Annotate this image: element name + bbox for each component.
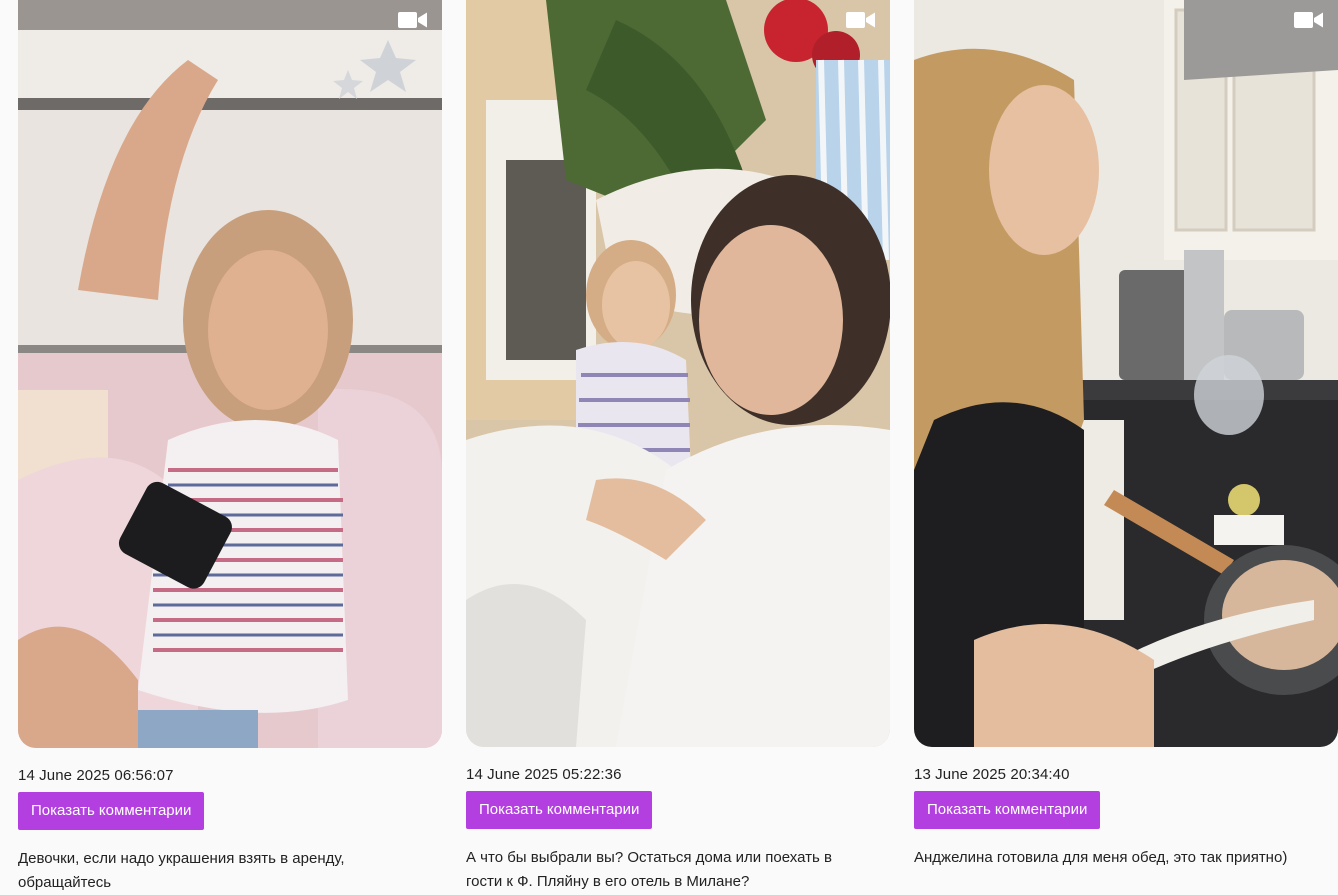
video-frame-image: [18, 0, 442, 748]
post-caption: А что бы выбрали вы? Остаться дома или п…: [466, 849, 832, 890]
show-comments-button[interactable]: Показать комментарии: [914, 791, 1101, 829]
post-caption: Анджелина готовила для меня обед, это та…: [914, 849, 1288, 866]
video-camera-icon: [1294, 12, 1323, 28]
post-date: 14 June 2025 05:22:36: [466, 766, 622, 783]
post-caption: Девочки, если надо украшения взять в аре…: [18, 850, 345, 891]
post-video-thumbnail[interactable]: [914, 0, 1338, 747]
post-video-thumbnail[interactable]: [18, 0, 442, 748]
show-comments-button[interactable]: Показать комментарии: [18, 792, 205, 830]
video-camera-icon: [846, 12, 875, 28]
post-card: 13 June 2025 20:34:40 Показать комментар…: [914, 0, 1338, 866]
post-date: 13 June 2025 20:34:40: [914, 766, 1070, 783]
post-card: 14 June 2025 05:22:36 Показать комментар…: [466, 0, 890, 890]
posts-grid: 14 June 2025 06:56:07 Показать комментар…: [0, 0, 1338, 895]
video-camera-icon: [398, 12, 427, 28]
video-frame-image: [914, 0, 1338, 747]
video-frame-image: [466, 0, 890, 747]
post-date: 14 June 2025 06:56:07: [18, 767, 174, 784]
show-comments-button[interactable]: Показать комментарии: [466, 791, 653, 829]
post-card: 14 June 2025 06:56:07 Показать комментар…: [18, 0, 442, 891]
post-video-thumbnail[interactable]: [466, 0, 890, 747]
